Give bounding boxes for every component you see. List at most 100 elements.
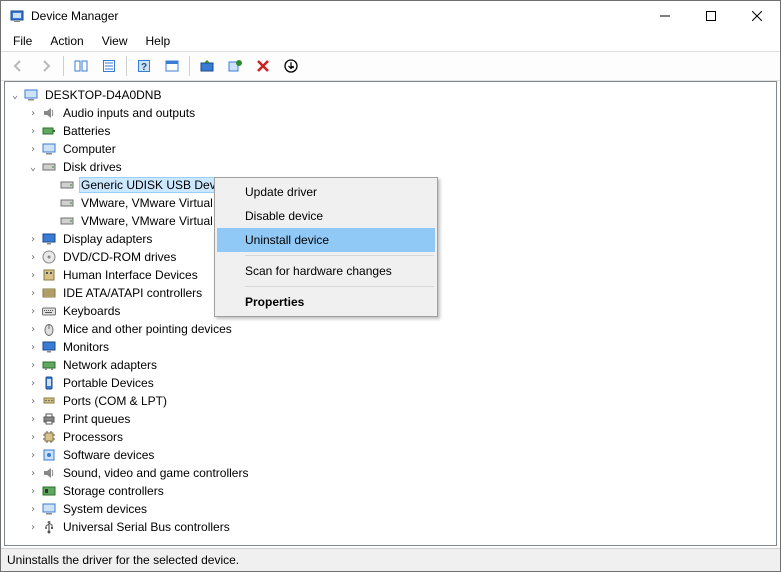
node-label: Keyboards [61,303,122,319]
expand-icon[interactable]: › [25,375,41,391]
expand-icon[interactable]: › [25,483,41,499]
close-button[interactable] [734,1,780,31]
ctx-uninstall-device[interactable]: Uninstall device [217,228,435,252]
tree-root[interactable]: ⌄ DESKTOP-D4A0DNB [5,86,776,104]
expand-icon[interactable]: › [25,519,41,535]
expand-icon[interactable]: › [25,303,41,319]
expand-icon[interactable]: › [25,429,41,445]
tree-node[interactable]: › Ports (COM & LPT) [5,392,776,410]
expand-icon[interactable]: › [25,231,41,247]
display-icon [41,231,57,247]
show-hide-console-button[interactable] [68,53,94,79]
dvd-icon [41,249,57,265]
computer-icon [23,87,39,103]
menu-action[interactable]: Action [42,32,91,50]
node-label: Sound, video and game controllers [61,465,250,481]
expand-icon[interactable]: › [25,411,41,427]
tree-node[interactable]: › Network adapters [5,356,776,374]
tree-node[interactable]: › Batteries [5,122,776,140]
ports-icon [41,393,57,409]
disk-icon [59,213,75,229]
software-icon [41,447,57,463]
printer-icon [41,411,57,427]
battery-icon [41,123,57,139]
audio-icon [41,105,57,121]
ctx-properties[interactable]: Properties [217,290,435,314]
tree-node[interactable]: › Software devices [5,446,776,464]
help-button[interactable]: ? [131,53,157,79]
expand-icon[interactable]: › [25,501,41,517]
expand-icon[interactable]: › [25,339,41,355]
tree-node[interactable]: › Sound, video and game controllers [5,464,776,482]
node-label: Processors [61,429,125,445]
node-label: Print queues [61,411,132,427]
node-label: Human Interface Devices [61,267,200,283]
expand-icon[interactable]: › [25,249,41,265]
node-label: DESKTOP-D4A0DNB [43,87,163,103]
toolbar: ? [1,51,780,81]
menu-help[interactable]: Help [138,32,179,50]
expand-icon[interactable]: › [25,285,41,301]
leaf-spacer [43,213,59,229]
tree-node[interactable]: › Processors [5,428,776,446]
toolbar-separator [126,56,127,76]
tree-node[interactable]: › Print queues [5,410,776,428]
disk-icon [59,177,75,193]
properties-button[interactable] [96,53,122,79]
usb-icon [41,519,57,535]
window-title: Device Manager [31,9,642,23]
storage-icon [41,483,57,499]
mouse-icon [41,321,57,337]
ctx-scan-hardware[interactable]: Scan for hardware changes [217,259,435,283]
back-button[interactable] [5,53,31,79]
expand-icon[interactable]: › [25,465,41,481]
tree-node[interactable]: › Portable Devices [5,374,776,392]
keyboard-icon [41,303,57,319]
expand-icon[interactable]: › [25,105,41,121]
ctx-disable-device[interactable]: Disable device [217,204,435,228]
expand-icon[interactable]: › [25,267,41,283]
expand-icon[interactable]: › [25,357,41,373]
menu-file[interactable]: File [5,32,40,50]
uninstall-button[interactable] [250,53,276,79]
tree-view[interactable]: ⌄ DESKTOP-D4A0DNB › Audio inputs and out… [4,81,777,546]
expand-icon[interactable]: › [25,141,41,157]
scan-hardware-button[interactable] [222,53,248,79]
expand-icon[interactable]: › [25,447,41,463]
maximize-button[interactable] [688,1,734,31]
ctx-update-driver[interactable]: Update driver [217,180,435,204]
forward-button[interactable] [33,53,59,79]
status-text: Uninstalls the driver for the selected d… [7,553,239,567]
disable-button[interactable] [278,53,304,79]
expand-icon[interactable]: › [25,123,41,139]
tree-node[interactable]: › Mice and other pointing devices [5,320,776,338]
svg-text:?: ? [141,62,147,73]
disk-icon [59,195,75,211]
node-label: Display adapters [61,231,154,247]
portable-icon [41,375,57,391]
update-driver-button[interactable] [194,53,220,79]
tree-node[interactable]: › System devices [5,500,776,518]
tree-node[interactable]: › Audio inputs and outputs [5,104,776,122]
tree-node[interactable]: › Universal Serial Bus controllers [5,518,776,536]
action-button[interactable] [159,53,185,79]
tree-node[interactable]: › Storage controllers [5,482,776,500]
node-label: Storage controllers [61,483,166,499]
menubar: File Action View Help [1,31,780,51]
expand-icon[interactable]: › [25,393,41,409]
tree-node[interactable]: › Monitors [5,338,776,356]
expand-icon[interactable]: › [25,321,41,337]
hid-icon [41,267,57,283]
node-label: Audio inputs and outputs [61,105,197,121]
minimize-button[interactable] [642,1,688,31]
node-label: IDE ATA/ATAPI controllers [61,285,204,301]
leaf-spacer [43,177,59,193]
node-label: Universal Serial Bus controllers [61,519,232,535]
statusbar: Uninstalls the driver for the selected d… [1,548,780,571]
collapse-icon[interactable]: ⌄ [7,87,23,103]
tree-node-disk-drives[interactable]: ⌄ Disk drives [5,158,776,176]
tree-node[interactable]: › Computer [5,140,776,158]
device-manager-window: Device Manager File Action View Help ? ⌄ [0,0,781,572]
menu-view[interactable]: View [94,32,136,50]
collapse-icon[interactable]: ⌄ [25,159,41,175]
